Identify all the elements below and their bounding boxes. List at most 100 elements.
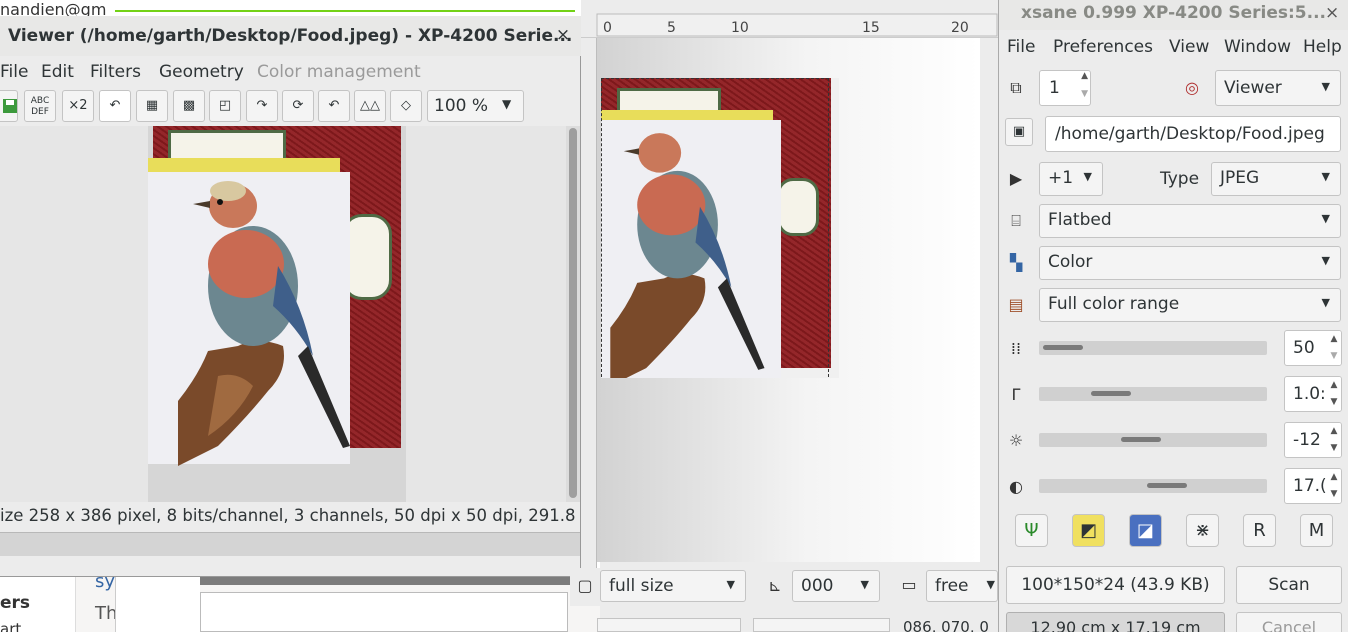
auto-enhance-button[interactable]: ◩ [1072,514,1105,547]
menu-edit[interactable]: Edit [41,62,74,82]
undo-icon: ↶ [109,98,121,113]
undo-button[interactable]: ↶ [99,90,131,122]
contrast-slider[interactable] [1039,479,1267,493]
rotation-select[interactable]: 000 ▼ [792,570,880,602]
rotate-left-icon: ↶ [328,98,340,113]
save-icon [3,99,17,113]
store-button[interactable]: M [1300,514,1333,547]
preview-button-acquire[interactable] [597,618,741,632]
menu-file[interactable]: File [1007,37,1035,57]
resolution-icon: ⁞⁞ [1010,339,1022,358]
brightness-slider[interactable] [1039,433,1267,447]
slider-knob[interactable] [1091,391,1131,396]
chevron-down-icon: ▼ [1321,80,1330,93]
restore-button[interactable]: R [1243,514,1276,547]
menu-help[interactable]: Help [1303,37,1342,57]
selection-rectangle[interactable] [601,78,829,378]
color-range-select[interactable]: Full color range ▼ [1039,288,1341,322]
copies-spinner[interactable]: 1 ▲ ▼ [1039,70,1091,106]
scale-button[interactable]: ×2 [62,90,94,122]
rotate-180-button[interactable]: ⟳ [282,90,314,122]
gamma-slider[interactable] [1039,387,1267,401]
rgb-default-button[interactable]: Ψ [1015,514,1048,547]
xsane-titlebar[interactable]: xsane 0.999 XP-4200 Series:5... × [999,0,1348,30]
mirror-vertical-icon: ◇ [401,98,411,113]
browse-file-button[interactable]: ▣ [1005,118,1033,146]
rotate-270-button[interactable]: ↶ [318,90,350,122]
slider-knob[interactable] [1147,483,1187,488]
rotation-icon: ⊾ [768,576,782,595]
brightness-icon: ☼ [1008,431,1024,450]
zoom-select[interactable]: 100 % ▼ [427,90,524,122]
spin-down-icon[interactable]: ▼ [1327,486,1341,503]
negative-button[interactable]: ⋇ [1186,514,1219,547]
slider-knob[interactable] [1121,437,1161,442]
viewer-menubar: File Edit Filters Geometry Color managem… [0,56,580,88]
brightness-value: -12 [1293,430,1321,450]
viewer-horizontal-scrollbar[interactable] [0,532,580,556]
target-value: Viewer [1224,78,1282,98]
blur-button[interactable]: ▩ [173,90,205,122]
menu-file[interactable]: File [0,62,28,82]
preview-button-cancel[interactable] [753,618,890,632]
contrast-value: 17.( [1293,476,1327,496]
preset-area-icon: ▢ [577,576,593,595]
spin-up-icon[interactable]: ▲ [1327,331,1341,348]
default-enhance-button[interactable]: ◪ [1129,514,1162,547]
spin-down-icon[interactable]: ▼ [1081,89,1088,99]
menu-geometry[interactable]: Geometry [159,62,244,82]
viewer-vertical-scrollbar[interactable] [566,126,580,502]
menu-view[interactable]: View [1169,37,1209,57]
preset-size-select[interactable]: full size ▼ [600,570,746,602]
target-icon: ◎ [1185,78,1199,97]
menu-filters[interactable]: Filters [90,62,141,82]
target-select[interactable]: Viewer ▼ [1215,70,1341,106]
type-select[interactable]: JPEG ▼ [1211,162,1341,196]
scrollbar-thumb[interactable] [569,128,577,498]
copies-value: 1 [1049,78,1060,98]
resolution-slider[interactable] [1039,341,1267,355]
image-dimensions-info: 12.90 cm x 17.19 cm [1006,612,1225,632]
viewer-image-canvas[interactable] [0,126,566,502]
gamma-spinner[interactable]: 1.0: ▲ ▼ [1284,376,1342,412]
menu-color-management[interactable]: Color management [257,62,421,82]
source-select[interactable]: Flatbed ▼ [1039,204,1341,238]
close-icon[interactable]: × [1325,3,1339,23]
scan-mode-select[interactable]: Color ▼ [1039,246,1341,280]
copies-icon: ⧉ [1010,78,1022,97]
rotate-90-button[interactable]: ↷ [246,90,278,122]
spin-up-icon[interactable]: ▲ [1327,469,1341,486]
background-text-input[interactable] [200,592,568,632]
contrast-spinner[interactable]: 17.( ▲ ▼ [1284,468,1342,504]
scan-button[interactable]: Scan [1236,566,1342,604]
spin-up-icon[interactable]: ▲ [1081,71,1088,81]
background-scrollbar[interactable] [200,577,580,585]
spin-up-icon[interactable]: ▲ [1327,377,1341,394]
spin-up-icon[interactable]: ▲ [1327,423,1341,440]
ocr-button[interactable]: ABC DEF [24,90,56,122]
cancel-button[interactable]: Cancel [1236,612,1342,632]
slider-knob[interactable] [1043,345,1083,350]
viewer-titlebar[interactable]: Viewer (/home/garth/Desktop/Food.jpeg) -… [0,16,581,56]
menu-window[interactable]: Window [1224,37,1291,57]
spin-down-icon[interactable]: ▼ [1327,394,1341,411]
spin-down-icon[interactable]: ▼ [1327,348,1341,365]
despeckle-button[interactable]: ▦ [136,90,168,122]
mirror-vertical-button[interactable]: ◇ [390,90,422,122]
brightness-spinner[interactable]: -12 ▲ ▼ [1284,422,1342,458]
save-button[interactable] [0,90,18,122]
menu-preferences[interactable]: Preferences [1053,37,1153,57]
resolution-spinner[interactable]: 50 ▲ ▼ [1284,330,1342,366]
counter-value: +1 [1048,168,1074,188]
filename-input[interactable]: /home/garth/Desktop/Food.jpeg [1045,116,1341,152]
preview-canvas[interactable] [597,38,980,562]
rotation-value: 000 [801,576,834,596]
spin-down-icon[interactable]: ▼ [1327,440,1341,457]
crop-button[interactable]: ◰ [209,90,241,122]
counter-select[interactable]: +1 ▼ [1039,162,1103,196]
mirror-horizontal-button[interactable]: △△ [354,90,386,122]
aspect-ratio-select[interactable]: free ▼ [926,570,998,602]
ocr-label: ABC DEF [30,96,50,117]
crop-icon: ◰ [218,98,232,113]
close-icon[interactable]: × [553,25,573,45]
